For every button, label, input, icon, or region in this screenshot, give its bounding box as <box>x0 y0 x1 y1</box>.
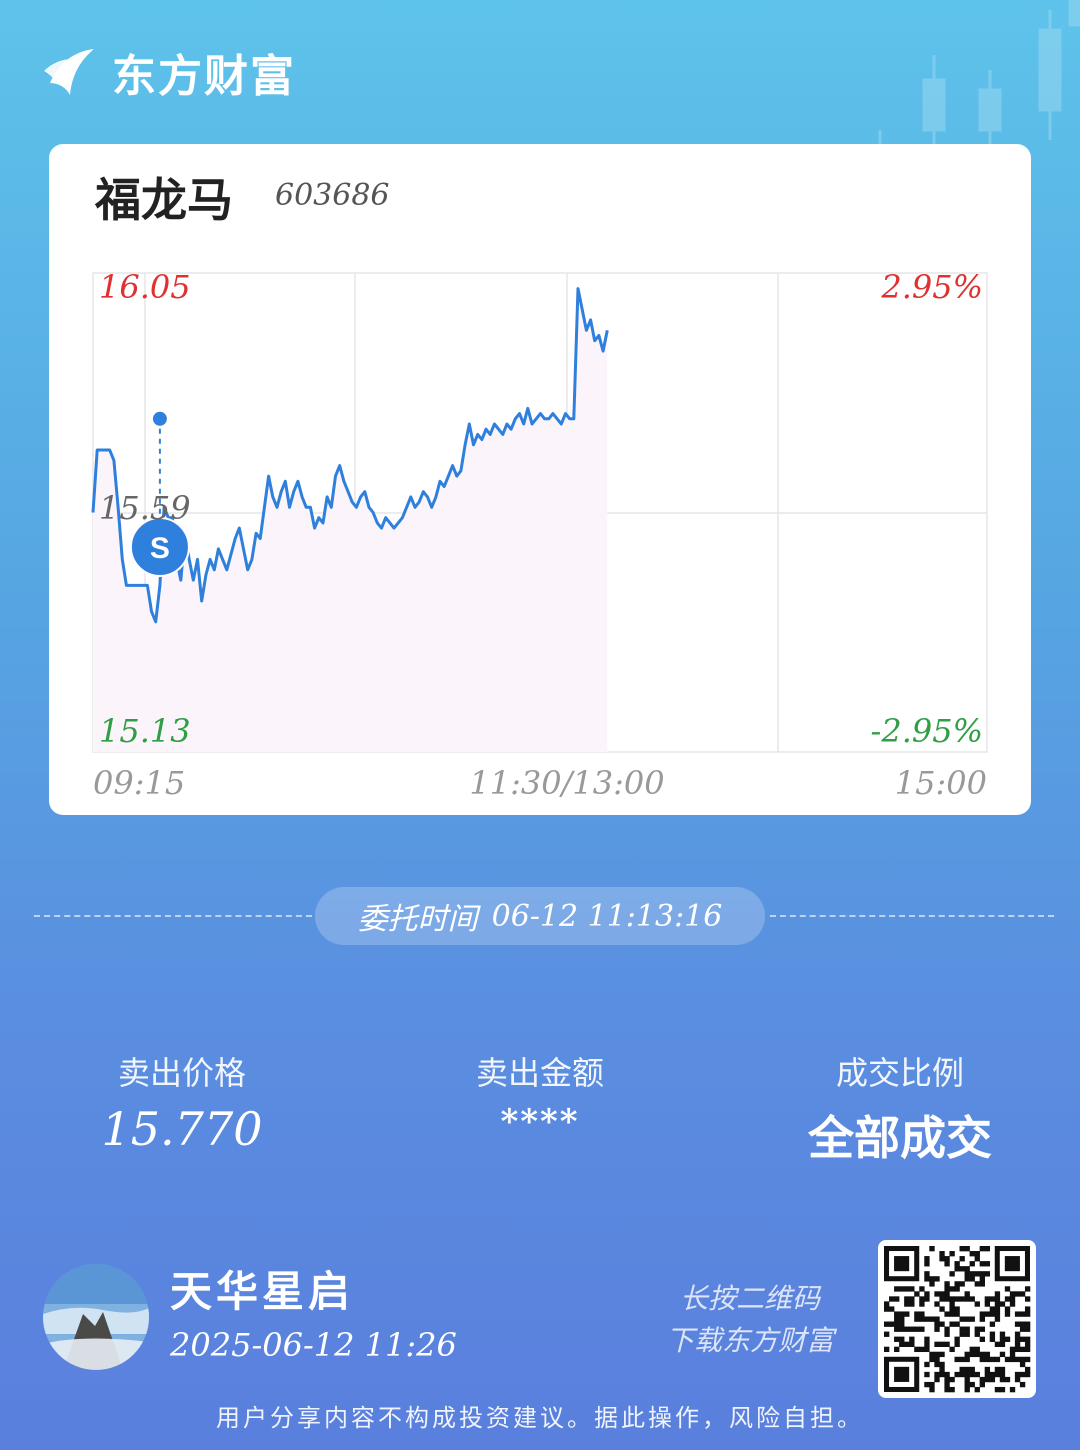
brand-header: 东方财富 <box>42 40 296 104</box>
y-label-bottom-left: 15.13 <box>99 712 191 750</box>
qr-hint: 长按二维码 下载东方财富 <box>640 1278 860 1362</box>
qr-hint-line1: 长按二维码 <box>679 1282 820 1315</box>
stat-sell-amount: 卖出金额 **** <box>390 1048 690 1142</box>
disclaimer: 用户分享内容不构成投资建议。据此操作，风险自担。 <box>216 1404 864 1432</box>
stat-value: **** <box>500 1102 580 1142</box>
intraday-price-chart: S 16.05 15.59 15.13 2.95% -2.95% 09:15 1… <box>91 268 988 802</box>
y-label-top-left: 16.05 <box>99 268 191 306</box>
order-time-row: 委托时间 06-12 11:13:16 <box>0 887 1080 945</box>
stat-fill-ratio: 成交比例 全部成交 <box>750 1048 1050 1168</box>
share-timestamp: 2025-06-12 11:26 <box>170 1326 457 1364</box>
candlestick-decoration-icon <box>878 0 1080 150</box>
stat-value: 15.770 <box>101 1102 263 1156</box>
x-label-end: 15:00 <box>895 764 987 802</box>
user-name: 天华星启 <box>170 1267 355 1316</box>
stat-title: 卖出价格 <box>117 1054 246 1092</box>
order-time-label: 委托时间 <box>357 902 478 937</box>
stat-sell-price: 卖出价格 15.770 <box>32 1048 332 1156</box>
sell-marker-label: S <box>150 532 170 565</box>
qr-code-icon[interactable] <box>878 1240 1036 1398</box>
x-label-mid: 11:30/13:00 <box>469 764 664 802</box>
x-label-start: 09:15 <box>93 764 185 802</box>
divider-left <box>34 915 312 917</box>
stock-chart-card: 福龙马 603686 S 16.05 15.59 15.13 2.95% -2.… <box>49 144 1031 815</box>
brand-name: 东方财富 <box>112 51 296 102</box>
y-label-bottom-right: -2.95% <box>871 712 983 750</box>
y-label-mid-left: 15.59 <box>99 489 191 527</box>
stat-title: 成交比例 <box>835 1054 964 1092</box>
mountain-avatar-icon[interactable] <box>43 1264 149 1370</box>
order-time-pill: 委托时间 06-12 11:13:16 <box>315 887 765 945</box>
qr-hint-line2: 下载东方财富 <box>665 1324 834 1357</box>
divider-right <box>770 915 1054 917</box>
trade-marker-dot <box>152 411 167 426</box>
eastmoney-logo-icon <box>44 49 94 95</box>
y-label-top-right: 2.95% <box>880 268 983 306</box>
stat-value: 全部成交 <box>808 1111 992 1165</box>
order-time-value: 06-12 11:13:16 <box>491 898 723 934</box>
stat-title: 卖出金额 <box>475 1054 604 1092</box>
